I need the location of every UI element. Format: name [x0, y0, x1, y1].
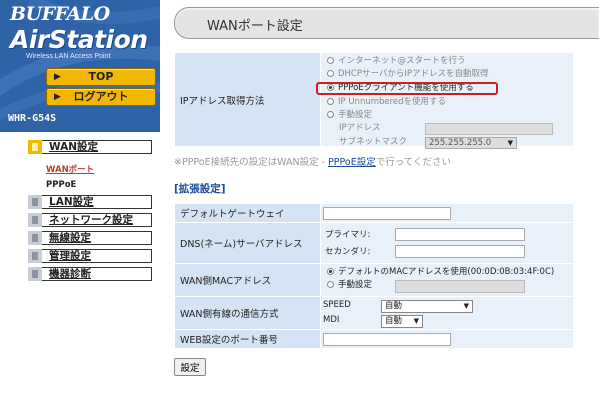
- option-dhcp[interactable]: DHCPサーバからIPアドレスを自動取得: [327, 69, 489, 80]
- subnet-select[interactable]: 255.255.255.0 ▼: [425, 137, 517, 149]
- speed-select[interactable]: 自動 ▼: [381, 299, 473, 313]
- wired-cell: SPEED 自動 ▼ MDI 自動 ▼: [320, 295, 574, 331]
- ip-address-label: IPアドレス: [339, 123, 381, 133]
- menu-square-icon: [28, 213, 42, 227]
- web-port-label: WEB設定のポート番号: [174, 329, 321, 349]
- sidebar-item-admin[interactable]: 管理設定: [28, 249, 152, 263]
- dns-cell: プライマリ: セカンダリ:: [320, 221, 574, 264]
- dns-label: DNS(ネーム)サーバアドレス: [174, 221, 321, 264]
- sidebar-item-label: LAN設定: [49, 196, 94, 208]
- chevron-down-icon: ▼: [507, 139, 513, 147]
- dns-secondary-label: セカンダリ:: [325, 246, 371, 257]
- mac-default-option[interactable]: デフォルトのMACアドレスを使用(00:0D:0B:03:4F:0C): [327, 267, 554, 278]
- ip-method-table: IPアドレス取得方法 インターネット@スタートを行う DHCPサーバからIPアド…: [174, 52, 574, 149]
- top-button-label: TOP: [88, 70, 114, 83]
- chevron-right-icon: ▶: [54, 92, 61, 102]
- pppoe-settings-link[interactable]: PPPoE設定: [328, 157, 376, 168]
- ip-address-input[interactable]: [425, 123, 553, 135]
- option-internet-start[interactable]: インターネット@スタートを行う: [327, 56, 466, 67]
- advanced-table: デフォルトゲートウェイ DNS(ネーム)サーバアドレス プライマリ: セカンダリ…: [174, 203, 574, 349]
- radio-icon[interactable]: [327, 57, 334, 64]
- mac-cell: デフォルトのMACアドレスを使用(00:0D:0B:03:4F:0C) 手動設定: [320, 262, 574, 297]
- default-gateway-label: デフォルトゲートウェイ: [174, 203, 321, 223]
- mac-manual-option[interactable]: 手動設定: [327, 280, 372, 291]
- option-ip-unnumbered[interactable]: IP Unnumberedを使用する: [327, 97, 446, 108]
- wired-label: WAN側有線の通信方式: [174, 295, 321, 331]
- dns-primary-input[interactable]: [395, 227, 525, 241]
- logout-button-label: ログアウト: [73, 90, 129, 103]
- sidebar-item-label: 管理設定: [49, 250, 91, 262]
- radio-icon[interactable]: [327, 111, 334, 118]
- sidebar-item-network[interactable]: ネットワーク設定: [28, 213, 152, 227]
- sidebar-item-label: ネットワーク設定: [49, 214, 133, 226]
- apply-button[interactable]: 設定: [174, 358, 206, 376]
- chevron-right-icon: ▶: [54, 72, 61, 82]
- sidebar-item-lan[interactable]: LAN設定: [28, 195, 152, 209]
- page-title: WANポート設定: [207, 19, 303, 34]
- top-button[interactable]: ▶ TOP: [46, 68, 156, 86]
- logout-button[interactable]: ▶ ログアウト: [46, 88, 156, 106]
- sidebar-item-diagnostics[interactable]: 機器診断: [28, 267, 152, 281]
- mac-label: WAN側MACアドレス: [174, 262, 321, 297]
- buffalo-logo: BUFFALO: [10, 3, 110, 25]
- sidebar-item-wireless[interactable]: 無線設定: [28, 231, 152, 245]
- subnet-label: サブネットマスク: [339, 137, 408, 147]
- model-name: WHR-G54S: [8, 113, 57, 124]
- sidebar-item-label: 機器診断: [49, 268, 91, 280]
- default-gateway-cell: [320, 203, 574, 223]
- option-manual[interactable]: 手動設定: [327, 110, 372, 121]
- subnav-pppoe[interactable]: PPPoE: [46, 180, 76, 190]
- default-gateway-input[interactable]: [323, 207, 451, 220]
- airstation-logo: AirStation: [10, 25, 148, 54]
- page-header: WANポート設定: [174, 7, 599, 39]
- dns-primary-label: プライマリ:: [325, 229, 371, 240]
- menu-square-icon: [28, 267, 42, 281]
- pppoe-note: ※PPPoE接続先の設定はWAN設定 - PPPoE設定で行ってください: [174, 157, 451, 168]
- sidebar-item-label: 無線設定: [49, 232, 91, 244]
- ip-method-label: IPアドレス取得方法: [174, 52, 321, 147]
- brand-tagline: Wireless LAN Access Point: [26, 53, 111, 60]
- web-port-input[interactable]: [323, 333, 451, 347]
- chevron-down-icon: ▼: [413, 316, 419, 325]
- brand-panel: BUFFALO AirStation Wireless LAN Access P…: [0, 0, 160, 132]
- radio-icon[interactable]: [327, 70, 334, 77]
- sidebar: BUFFALO AirStation Wireless LAN Access P…: [0, 0, 160, 404]
- speed-label: SPEED: [323, 299, 351, 310]
- menu-square-icon: [28, 249, 42, 263]
- subnav-wanport[interactable]: WANポート: [46, 163, 94, 175]
- mdi-select[interactable]: 自動 ▼: [381, 314, 423, 328]
- menu-square-icon: [28, 140, 42, 154]
- mdi-label: MDI: [323, 314, 340, 325]
- menu-square-icon: [28, 231, 42, 245]
- radio-selected-icon[interactable]: [327, 267, 334, 275]
- dns-secondary-input[interactable]: [395, 244, 525, 258]
- mac-manual-input[interactable]: [395, 279, 525, 293]
- advanced-heading: [拡張設定]: [174, 183, 226, 195]
- chevron-down-icon: ▼: [463, 301, 469, 310]
- pppoe-highlight-box: [316, 82, 498, 95]
- radio-icon[interactable]: [327, 280, 334, 288]
- sidebar-item-wan[interactable]: WAN設定: [28, 140, 152, 154]
- sidebar-item-label: WAN設定: [49, 141, 99, 153]
- web-port-cell: [320, 329, 574, 349]
- menu-square-icon: [28, 195, 42, 209]
- ip-method-options: インターネット@スタートを行う DHCPサーバからIPアドレスを自動取得 PPP…: [320, 52, 574, 149]
- radio-icon[interactable]: [327, 98, 334, 105]
